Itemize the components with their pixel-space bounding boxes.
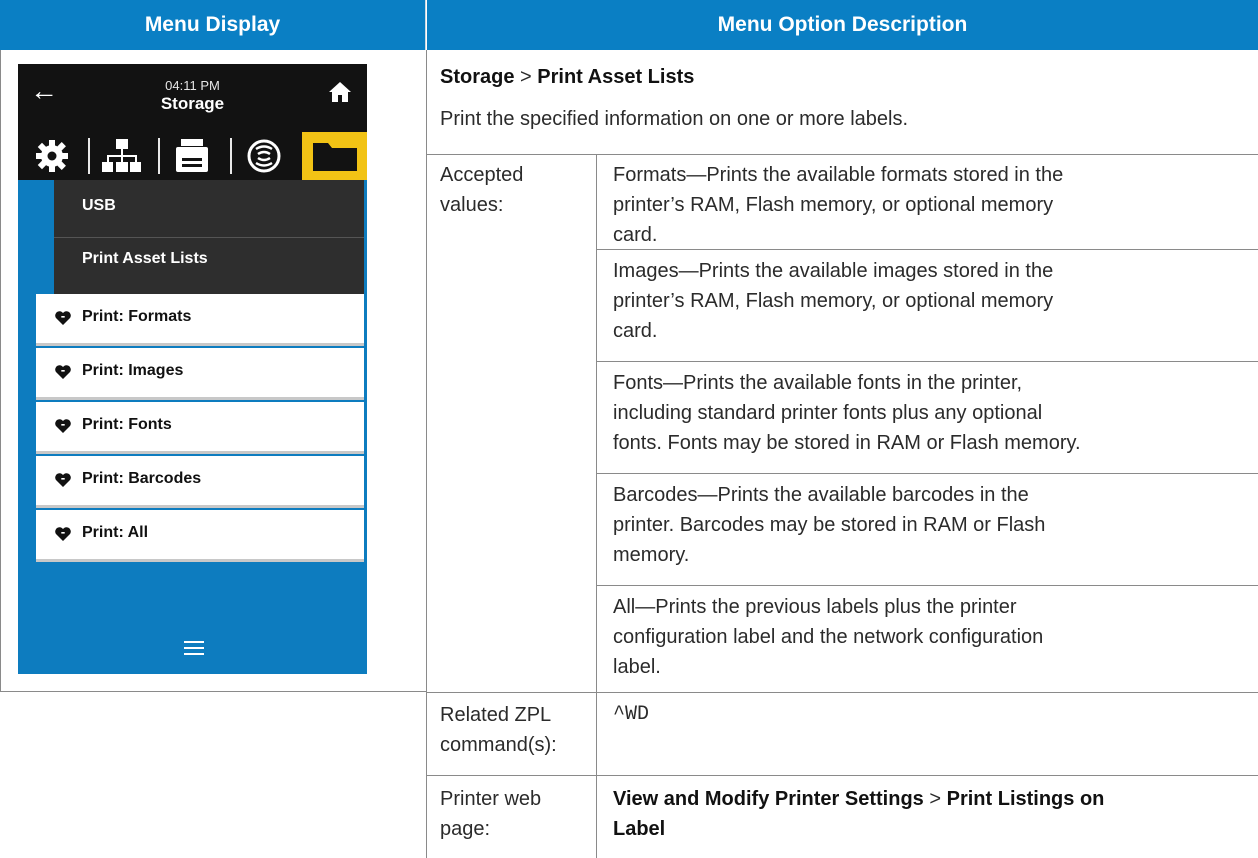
value-line: Barcodes—Prints the available barcodes i… [613,484,1029,506]
zpl-command-value: ^WD [613,703,650,726]
tab-separator [158,138,160,174]
value-line: Images—Prints the available images store… [613,260,1054,282]
printer-icon[interactable] [164,136,220,176]
list-item-label: Print: Formats [82,308,192,325]
storage-submenu-panel: USB Print Asset Lists [54,180,364,294]
wireless-icon[interactable] [236,136,292,176]
table-border-left [0,50,1,692]
list-item-print-all[interactable]: Print: All [36,510,364,562]
list-item-print-images[interactable]: Print: Images [36,348,364,400]
submenu-divider [54,237,364,238]
tab-separator [88,138,90,174]
column-header-label: Menu Option Description [717,13,968,36]
label-line: Accepted [440,164,524,186]
label-line: page: [440,818,491,840]
list-item-print-fonts[interactable]: Print: Fonts [36,402,364,454]
value-line: printer’s RAM, Flash memory, or optional… [613,194,1054,216]
list-item-label: Print: Barcodes [82,470,202,487]
screen-title: Storage [160,94,225,113]
path-child: Print Asset Lists [537,66,695,88]
row-divider [426,154,1258,155]
value-images: Images—Prints the available images store… [613,256,1053,346]
list-item-label: Print: All [82,524,149,541]
network-icon[interactable] [94,136,150,176]
heart-icon [55,473,71,487]
column-header-label: Menu Display [144,13,281,36]
menu-path: Storage > Print Asset Lists [440,62,694,92]
value-all: All—Prints the previous labels plus the … [613,592,1043,682]
value-line: printer. Barcodes may be stored in RAM o… [613,514,1046,536]
path-parent: Storage [440,66,515,88]
column-header-menu-display: Menu Display [0,0,426,50]
column-header-menu-option-description: Menu Option Description [427,0,1258,50]
folder-icon [313,143,357,171]
heart-icon [55,311,71,325]
label-line: command(s): [440,734,557,756]
tab-storage-selected[interactable] [302,132,367,180]
home-icon[interactable] [327,79,353,105]
option-summary: Print the specified information on one o… [440,108,909,130]
table-border-bottom-left [0,691,427,692]
label-line: Printer web [440,788,542,810]
value-fonts: Fonts—Prints the available fonts in the … [613,368,1081,458]
web-path-part: Print Listings on [946,788,1105,810]
value-line: fonts. Fonts may be stored in RAM or Fla… [613,432,1081,454]
value-line: Formats—Prints the available formats sto… [613,164,1064,186]
accepted-values-label: Accepted values: [440,160,523,220]
list-item-print-barcodes[interactable]: Print: Barcodes [36,456,364,508]
label-line: values: [440,194,504,216]
web-path-separator: > [929,788,942,810]
value-line: Fonts—Prints the available fonts in the … [613,372,1023,394]
label-line: Related ZPL [440,704,552,726]
value-line: card. [613,224,658,246]
heart-icon [55,419,71,433]
heart-icon [55,527,71,541]
web-path-part: Label [613,818,666,840]
web-path-line: View and Modify Printer Settings > Print… [613,784,1104,814]
value-line: All—Prints the previous labels plus the … [613,596,1017,618]
submenu-item-print-asset-lists[interactable]: Print Asset Lists [82,250,208,268]
value-divider [596,473,1258,474]
printer-web-page-path: View and Modify Printer Settings > Print… [613,784,1104,844]
tab-separator [230,138,232,174]
value-line: printer’s RAM, Flash memory, or optional… [613,290,1054,312]
submenu-item-usb[interactable]: USB [82,197,116,215]
web-path-part: View and Modify Printer Settings [613,788,924,810]
screen-title-bar: ← 04:11 PM Storage [18,64,367,132]
printer-touchscreen: ← 04:11 PM Storage USB Print Asset Lists… [18,64,367,674]
row-divider [426,692,1258,693]
inner-column-divider [596,154,597,858]
heart-icon [55,365,71,379]
value-divider [596,361,1258,362]
list-item-print-formats[interactable]: Print: Formats [36,294,364,346]
list-item-label: Print: Images [82,362,184,379]
value-line: card. [613,320,658,342]
value-divider [596,585,1258,586]
value-formats: Formats—Prints the available formats sto… [613,160,1063,250]
category-tab-bar [18,132,367,180]
hamburger-menu-icon[interactable] [184,641,204,655]
row-divider [426,775,1258,776]
column-divider [426,50,427,858]
value-line: memory. [613,544,690,566]
gear-icon[interactable] [24,136,80,176]
value-line: including standard printer fonts plus an… [613,402,1043,424]
value-line: label. [613,656,661,678]
printer-web-page-label: Printer web page: [440,784,541,844]
clock-time: 04:11 PM [165,78,220,93]
zpl-command-label: Related ZPL command(s): [440,700,557,760]
value-line: configuration label and the network conf… [613,626,1044,648]
list-item-label: Print: Fonts [82,416,172,433]
path-separator: > [520,66,532,88]
value-barcodes: Barcodes—Prints the available barcodes i… [613,480,1045,570]
